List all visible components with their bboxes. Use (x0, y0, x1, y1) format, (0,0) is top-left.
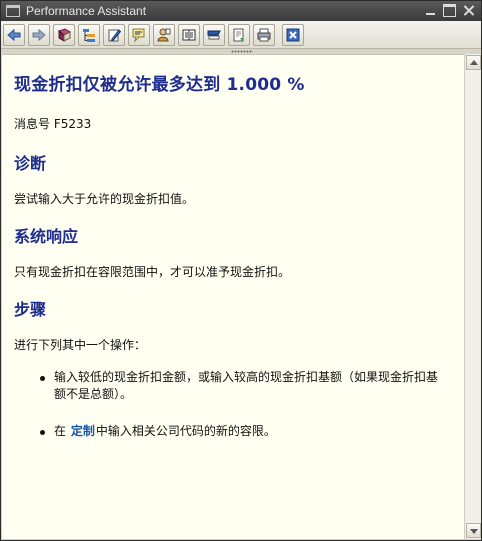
book-button[interactable] (53, 23, 75, 46)
flag-icon (207, 30, 221, 39)
close-box-icon (286, 28, 300, 41)
speech-icon (132, 28, 145, 43)
customizing-link[interactable]: 定制 (71, 424, 95, 438)
notes-button[interactable] (178, 23, 200, 46)
scroll-down-icon[interactable] (466, 523, 481, 538)
list-item: 输入较低的现金折扣金额，或输入较高的现金折扣基额（如果现金折扣基额不是总额）。 (40, 369, 440, 403)
book-icon (57, 27, 72, 42)
window-icon (6, 5, 20, 17)
document-icon (233, 28, 244, 41)
minimize-icon[interactable] (424, 4, 437, 17)
edit-button[interactable] (103, 23, 125, 46)
section-heading-diagnosis: 诊断 (14, 154, 47, 173)
close-icon[interactable] (462, 4, 475, 17)
glossary-button[interactable] (128, 23, 150, 46)
flag-button[interactable] (203, 23, 225, 46)
window-controls (424, 4, 475, 17)
notebook-icon (182, 29, 196, 40)
message-number: 消息号 F5233 (14, 117, 92, 131)
printer-icon (257, 28, 271, 41)
doc-title: 现金折扣仅被允许最多达到 1.000 % (14, 75, 305, 95)
section-body-system-response: 只有现金折扣在容限范围中，才可以准予现金折扣。 (14, 265, 291, 279)
print-button[interactable] (253, 23, 275, 46)
procedure-list: 输入较低的现金折扣金额，或输入较高的现金折扣基额（如果现金折扣基额不是总额）。 … (40, 369, 452, 440)
close-help-button[interactable] (282, 23, 304, 46)
list-item-suffix: 中输入相关公司代码的新的容限。 (95, 424, 276, 438)
performance-assistant-window: Performance Assistant 现金折扣仅被允许最多达到 1.000… (0, 0, 482, 541)
splitter-grip-icon[interactable] (231, 50, 253, 53)
window-title: Performance Assistant (26, 4, 147, 18)
list-item: 在 定制中输入相关公司代码的新的容限。 (40, 423, 440, 440)
section-heading-system-response: 系统响应 (14, 227, 79, 246)
toolbar (1, 21, 481, 49)
title-bar[interactable]: Performance Assistant (1, 1, 481, 21)
export-button[interactable] (228, 23, 250, 46)
scroll-up-icon[interactable] (466, 55, 481, 70)
maximize-icon[interactable] (443, 4, 456, 17)
section-body-procedure: 进行下列其中一个操作： (14, 338, 147, 352)
arrow-right-icon (32, 28, 46, 41)
vertical-scrollbar[interactable] (464, 54, 481, 539)
user-button[interactable] (153, 23, 175, 46)
section-body-diagnosis: 尝试输入大于允许的现金折扣值。 (14, 192, 195, 206)
arrow-left-icon (7, 28, 21, 41)
help-content: 现金折扣仅被允许最多达到 1.000 % 消息号 F5233 诊断 尝试输入大于… (2, 54, 464, 539)
hierarchy-icon (83, 28, 95, 42)
structure-button[interactable] (78, 23, 100, 46)
forward-button[interactable] (28, 23, 50, 46)
person-icon (157, 28, 171, 41)
list-item-prefix: 在 (54, 424, 67, 438)
back-button[interactable] (3, 23, 25, 46)
pencil-icon (108, 28, 122, 41)
section-heading-procedure: 步骤 (14, 300, 47, 319)
